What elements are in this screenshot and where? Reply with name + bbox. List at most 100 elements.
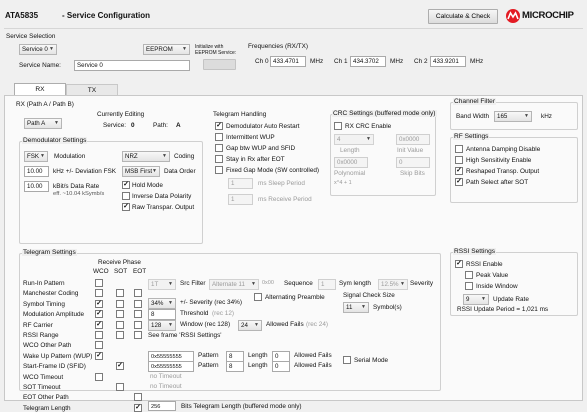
high-sensitivity-checkbox[interactable] bbox=[455, 156, 463, 164]
service-name-input[interactable]: Service 0 bbox=[74, 60, 190, 71]
stay-rx-checkbox[interactable] bbox=[215, 155, 223, 163]
init-eeprom-button[interactable] bbox=[203, 59, 236, 70]
demodulator-title: Demodulator Settings bbox=[22, 137, 88, 144]
bandwidth-select[interactable]: 165 ▼ bbox=[494, 111, 532, 122]
sym-length-input[interactable]: 1 bbox=[318, 279, 336, 290]
channel-filter-title: Channel Filter bbox=[453, 98, 497, 105]
severity34-select[interactable]: 34% ▼ bbox=[148, 298, 176, 309]
telegram-sot-checkbox[interactable] bbox=[116, 310, 124, 318]
raw-transparent-checkbox[interactable]: ✓ bbox=[122, 203, 130, 211]
crc-skip-input[interactable]: 0 bbox=[396, 157, 430, 168]
telegram-wco-checkbox[interactable]: ✓ bbox=[95, 310, 103, 318]
hold-mode-checkbox[interactable]: ✓ bbox=[122, 181, 130, 189]
chevron-down-icon: ▼ bbox=[251, 281, 256, 287]
telegram-eot-checkbox[interactable] bbox=[134, 393, 142, 401]
editing-path-value: A bbox=[176, 122, 181, 129]
ch1-frequency-input[interactable]: 434.3702 bbox=[350, 56, 386, 67]
telegram-eot-checkbox[interactable]: ✓ bbox=[134, 404, 142, 412]
update-rate-select[interactable]: 9 ▼ bbox=[463, 294, 489, 305]
telegram-row-label: SOT Timeout bbox=[23, 384, 61, 391]
telegram-sot-checkbox[interactable] bbox=[116, 289, 124, 297]
data-order-select[interactable]: MSB First ▼ bbox=[122, 166, 160, 177]
sleep-period-input[interactable]: 1 bbox=[228, 178, 253, 189]
path-select-sot-label: Path Select after SOT bbox=[466, 179, 529, 186]
telegram-wco-checkbox[interactable] bbox=[95, 331, 103, 339]
update-rate-label: Update Rate bbox=[493, 296, 529, 303]
telegram-eot-checkbox[interactable] bbox=[134, 331, 142, 339]
telegram-eot-checkbox[interactable] bbox=[134, 289, 142, 297]
rssi-enable-label: RSSI Enable bbox=[466, 261, 503, 268]
telegram-length-input[interactable]: 256 bbox=[148, 401, 176, 411]
telegram-sot-checkbox[interactable] bbox=[116, 300, 124, 308]
crc-length-select[interactable]: 4 ▼ bbox=[334, 134, 374, 145]
sfid-pattern-input[interactable]: 0x55555555 bbox=[148, 361, 194, 372]
auto-restart-checkbox[interactable]: ✓ bbox=[215, 122, 223, 130]
threshold-input[interactable]: 8 bbox=[148, 309, 176, 320]
path-select-sot-checkbox[interactable]: ✓ bbox=[455, 178, 463, 186]
chevron-down-icon: ▼ bbox=[361, 304, 366, 310]
rx-path-title: RX (Path A / Path B) bbox=[16, 101, 74, 108]
telegram-wco-checkbox[interactable] bbox=[95, 341, 103, 349]
telegram-wco-checkbox[interactable] bbox=[95, 279, 103, 287]
telegram-eot-checkbox[interactable] bbox=[134, 321, 142, 329]
telegram-sot-checkbox[interactable] bbox=[116, 321, 124, 329]
telegram-sot-checkbox[interactable] bbox=[116, 383, 124, 391]
inverse-polarity-checkbox[interactable] bbox=[122, 192, 130, 200]
reshaped-output-checkbox[interactable]: ✓ bbox=[455, 167, 463, 175]
telegram-sot-checkbox[interactable]: ✓ bbox=[116, 362, 124, 370]
gap-wup-sfid-checkbox[interactable] bbox=[215, 144, 223, 152]
inside-window-checkbox[interactable] bbox=[465, 282, 473, 290]
sfid-length-input[interactable]: 8 bbox=[226, 361, 244, 372]
calculate-check-button[interactable]: Calculate & Check bbox=[428, 9, 498, 24]
fixed-gap-checkbox[interactable] bbox=[215, 166, 223, 174]
telegram-row-label: WCO Other Path bbox=[23, 342, 72, 349]
chevron-down-icon: ▼ bbox=[254, 322, 259, 328]
sequence-select[interactable]: Alternate 11 ▼ bbox=[209, 279, 259, 290]
window-select[interactable]: 128 ▼ bbox=[148, 320, 176, 331]
signal-check-title: Signal Check Size bbox=[343, 292, 395, 299]
allowed-fails-select[interactable]: 24 ▼ bbox=[238, 320, 262, 331]
intermittent-wup-checkbox[interactable] bbox=[215, 133, 223, 141]
telegram-eot-checkbox[interactable] bbox=[134, 300, 142, 308]
telegram-wco-checkbox[interactable] bbox=[95, 373, 103, 381]
antenna-damping-checkbox[interactable] bbox=[455, 145, 463, 153]
data-rate-input[interactable]: 10.00 bbox=[24, 181, 49, 192]
alt-preamble-checkbox[interactable] bbox=[254, 293, 262, 301]
service-select[interactable]: Service 0 ▼ bbox=[19, 44, 57, 55]
telegram-eot-checkbox[interactable] bbox=[134, 310, 142, 318]
telegram-wco-checkbox[interactable] bbox=[95, 289, 103, 297]
telegram-row-label: RF Carrier bbox=[23, 322, 53, 329]
crc-polynomial-input[interactable]: 0x0000 bbox=[334, 157, 368, 168]
coding-select[interactable]: NRZ ▼ bbox=[122, 151, 170, 162]
telegram-wco-checkbox[interactable]: ✓ bbox=[95, 352, 103, 360]
eeprom-select[interactable]: EEPROM ▼ bbox=[143, 44, 190, 55]
ch2-frequency-input[interactable]: 433.9201 bbox=[430, 56, 466, 67]
peak-value-checkbox[interactable] bbox=[465, 271, 473, 279]
signal-check-select[interactable]: 11 ▼ bbox=[343, 302, 369, 313]
telegram-row-label: Manchester Coding bbox=[23, 290, 79, 297]
sfid-fails-input[interactable]: 0 bbox=[272, 361, 290, 372]
crc-init-input[interactable]: 0x0000 bbox=[396, 134, 430, 145]
inverse-polarity-label: Inverse Data Polarity bbox=[132, 193, 192, 200]
chevron-down-icon: ▼ bbox=[182, 46, 187, 52]
crc-enable-checkbox[interactable] bbox=[334, 122, 342, 130]
telegram-sot-checkbox[interactable] bbox=[116, 331, 124, 339]
src-filter-select[interactable]: 1T ▼ bbox=[148, 279, 176, 290]
serial-mode-checkbox[interactable] bbox=[343, 356, 351, 364]
crc-title: CRC Settings (buffered mode only) bbox=[332, 110, 437, 117]
modulation-select[interactable]: FSK ▼ bbox=[24, 151, 48, 162]
rssi-enable-checkbox[interactable]: ✓ bbox=[455, 260, 463, 268]
telegram-wco-checkbox[interactable]: ✓ bbox=[95, 300, 103, 308]
ch0-frequency-input[interactable]: 433.4701 bbox=[270, 56, 306, 67]
page-title: - Service Configuration bbox=[62, 11, 151, 20]
deviation-input[interactable]: 10.00 bbox=[24, 166, 49, 177]
data-order-value: MSB First bbox=[125, 168, 153, 175]
severity-select[interactable]: 12.5% ▼ bbox=[378, 279, 408, 290]
receive-period-input[interactable]: 1 bbox=[228, 194, 253, 205]
col-wco: WCO bbox=[93, 268, 109, 275]
telegram-wco-checkbox[interactable]: ✓ bbox=[95, 321, 103, 329]
telegram-length-label: Bits Telegram Length (buffered mode only… bbox=[181, 403, 302, 410]
chevron-down-icon: ▼ bbox=[40, 153, 45, 159]
eeprom-select-value: EEPROM bbox=[146, 46, 173, 53]
path-select[interactable]: Path A ▼ bbox=[24, 118, 62, 129]
